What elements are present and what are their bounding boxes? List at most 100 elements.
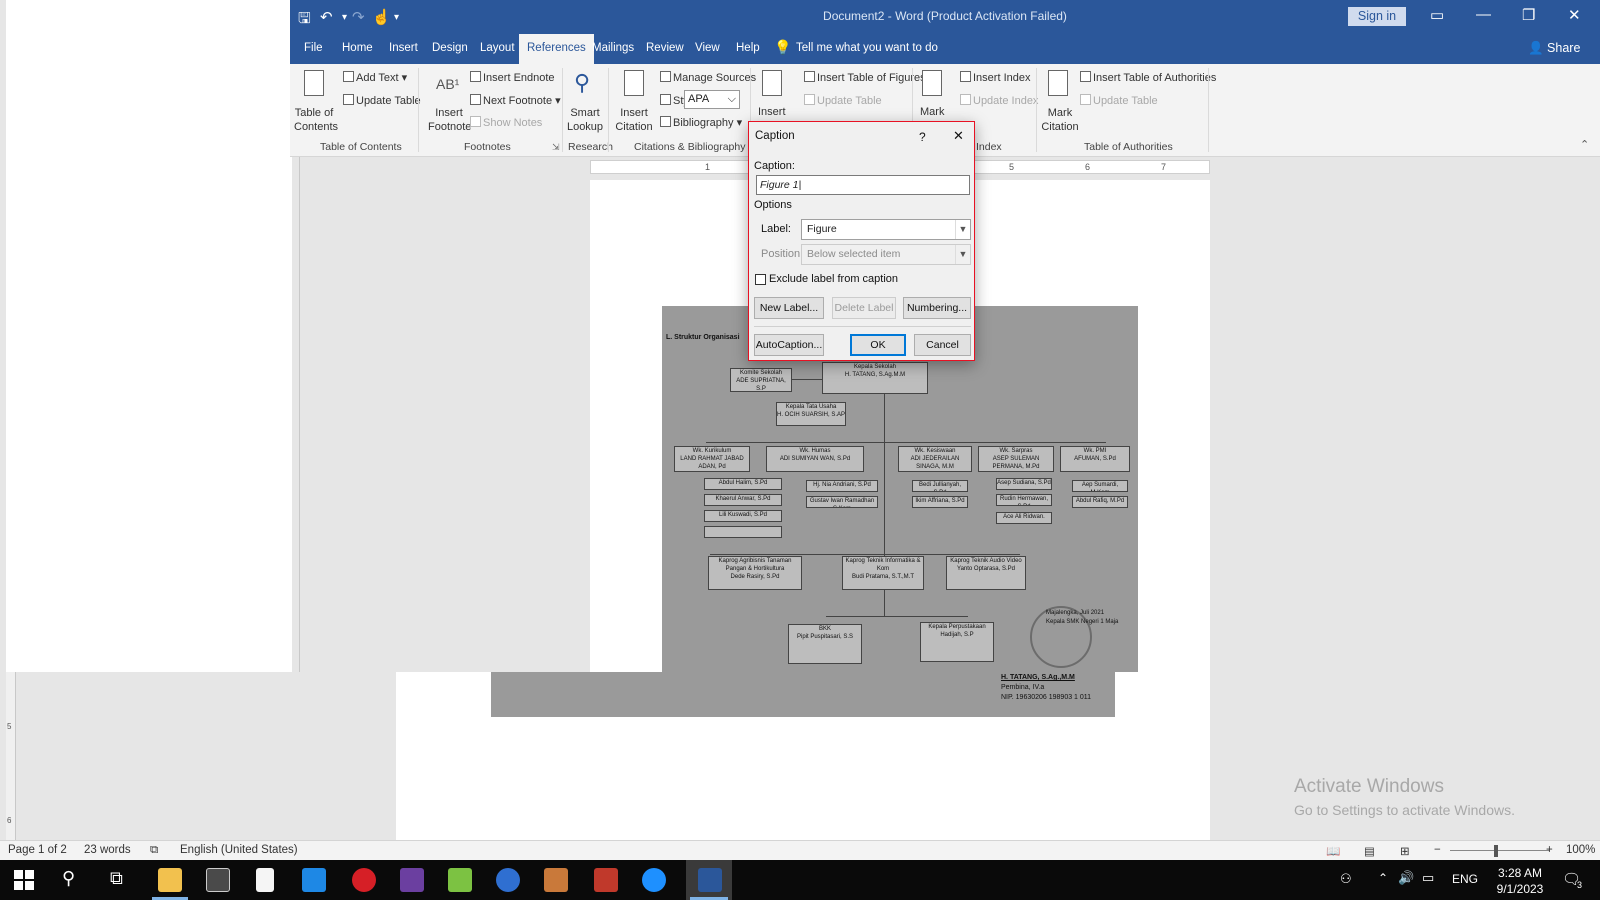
ribbon-display-options-icon[interactable]: ▭ [1430, 6, 1444, 24]
volume-icon[interactable]: 🔊 [1398, 870, 1414, 886]
edge-icon[interactable] [642, 868, 666, 892]
proofing-icon[interactable]: ⧉ [150, 844, 158, 857]
collapse-ribbon-icon[interactable]: ⌃ [1580, 138, 1589, 151]
exclude-label-checkbox[interactable] [755, 274, 766, 285]
connector-line [826, 616, 968, 617]
document-icon[interactable] [256, 868, 274, 892]
update-authorities-table-button: Update Table [1080, 94, 1158, 107]
insert-endnote-button[interactable]: Insert Endnote [470, 71, 555, 84]
share-label: Share [1547, 41, 1581, 55]
caption-input[interactable]: Figure 1| [756, 175, 970, 195]
zoom-out-icon[interactable]: − [1434, 844, 1441, 856]
org-chart-image-lower[interactable]: H. TATANG, S.Ag.,M.M Pembina, IV.a NIP. … [491, 672, 1115, 717]
clock-date: 9/1/2023 [1496, 882, 1544, 896]
language-status[interactable]: English (United States) [180, 844, 298, 856]
zoom-slider-thumb[interactable] [1494, 845, 1498, 857]
page-count[interactable]: Page 1 of 2 [8, 844, 67, 856]
people-icon[interactable]: ⚇ [1340, 871, 1352, 887]
bibliography-button[interactable]: Bibliography ▾ [660, 116, 742, 129]
label-select[interactable]: Figure ▼ [801, 219, 971, 240]
autocaption-button[interactable]: AutoCaption... [754, 334, 824, 356]
update-index-label: Update Index [973, 95, 1039, 107]
insert-caption-button[interactable]: Insert [758, 106, 786, 118]
org-box: Ace Ali Ridwan. [996, 512, 1052, 524]
web-layout-icon[interactable]: ⊞ [1400, 844, 1410, 858]
windows-start-icon[interactable] [14, 870, 34, 890]
app-stack-icon[interactable] [448, 868, 472, 892]
read-mode-icon[interactable]: 📖 [1326, 844, 1340, 858]
insert-footnote-button[interactable]: Insert Footnote [428, 106, 471, 134]
tab-review[interactable]: Review [646, 42, 684, 54]
opera-icon[interactable] [352, 868, 376, 892]
zoom-level[interactable]: 100% [1566, 844, 1595, 856]
tab-design[interactable]: Design [432, 42, 468, 54]
zoom-slider[interactable] [1450, 850, 1550, 851]
insert-index-button[interactable]: Insert Index [960, 71, 1030, 84]
tab-mailings[interactable]: Mailings [592, 42, 634, 54]
footnotes-dialog-launcher-icon[interactable]: ⇲ [552, 142, 560, 153]
close-icon[interactable]: ✕ [953, 128, 964, 144]
game-character-icon[interactable] [594, 868, 618, 892]
mark-entry-icon[interactable] [922, 70, 942, 96]
tab-help[interactable]: Help [736, 42, 760, 54]
new-label-button[interactable]: New Label... [754, 297, 824, 319]
zoom-in-icon[interactable]: + [1546, 844, 1553, 856]
clock[interactable]: 3:28 AM 9/1/2023 [1478, 865, 1562, 897]
manage-sources-button[interactable]: Manage Sources [660, 71, 756, 84]
insert-citation-button[interactable]: Insert Citation [612, 106, 656, 134]
insert-caption-icon[interactable] [762, 70, 782, 96]
table-of-contents-button[interactable]: Table of Contents [294, 106, 338, 134]
tab-layout[interactable]: Layout [480, 42, 515, 54]
mail-icon[interactable] [302, 868, 326, 892]
minimize-icon[interactable]: — [1476, 6, 1491, 23]
insert-table-of-authorities-button[interactable]: Insert Table of Authorities [1080, 71, 1216, 84]
tab-references[interactable]: References [519, 34, 594, 64]
table-of-contents-icon[interactable] [304, 70, 324, 96]
tab-home[interactable]: Home [342, 42, 373, 54]
signature-place: Majalengka, Juli 2021 [1046, 610, 1105, 616]
smart-lookup-button[interactable]: Smart Lookup [566, 106, 604, 134]
word-count[interactable]: 23 words [84, 844, 131, 856]
update-table-button[interactable]: Update Table [343, 94, 421, 107]
insert-footnote-icon[interactable]: AB¹ [436, 76, 459, 92]
mark-citation-button[interactable]: Mark Citation [1040, 106, 1080, 134]
close-window-icon[interactable]: ✕ [1568, 6, 1581, 24]
ok-button[interactable]: OK [850, 334, 906, 356]
tab-file[interactable]: File [304, 42, 323, 54]
org-box: Kaprog Agribisnis Tanaman Pangan & Horti… [708, 556, 802, 590]
show-hidden-icons-icon[interactable]: ⌃ [1378, 871, 1388, 885]
help-icon[interactable]: ? [919, 130, 926, 144]
connector-line [792, 379, 822, 380]
tab-insert[interactable]: Insert [389, 42, 418, 54]
mark-citation-icon[interactable] [1048, 70, 1068, 96]
game-icon[interactable] [544, 868, 568, 892]
task-view-icon[interactable]: ⧉ [110, 868, 123, 889]
battery-icon[interactable]: ▭ [1422, 870, 1434, 886]
print-layout-icon[interactable]: ▤ [1364, 844, 1375, 858]
store-icon[interactable] [206, 868, 230, 892]
share-button[interactable]: 👤 Share [1528, 41, 1580, 56]
smart-lookup-icon[interactable]: ⚲ [574, 70, 590, 96]
next-footnote-label: Next Footnote [483, 95, 553, 107]
add-text-button[interactable]: Add Text ▾ [343, 71, 407, 84]
citation-style-select[interactable]: APA ⌵ [684, 90, 740, 109]
restore-icon[interactable]: ❐ [1522, 6, 1535, 24]
word-icon[interactable] [698, 868, 722, 892]
show-notes-icon [470, 116, 481, 127]
app-moon-icon[interactable] [496, 868, 520, 892]
tell-me-search[interactable]: Tell me what you want to do [796, 42, 938, 54]
notification-count: 3 [1577, 880, 1583, 890]
app-flag-icon[interactable] [400, 868, 424, 892]
sign-in-button[interactable]: Sign in [1348, 7, 1406, 26]
tab-view[interactable]: View [695, 42, 720, 54]
file-explorer-icon[interactable] [158, 868, 182, 892]
next-footnote-button[interactable]: Next Footnote ▾ [470, 94, 561, 107]
mark-entry-button[interactable]: Mark [920, 106, 944, 118]
search-icon[interactable]: ⚲ [62, 868, 75, 889]
cancel-button[interactable]: Cancel [914, 334, 971, 356]
input-language[interactable]: ENG [1452, 872, 1478, 886]
insert-table-of-figures-button[interactable]: Insert Table of Figures [804, 71, 926, 84]
caption-dialog: Caption ? ✕ Caption: Figure 1| Options L… [748, 121, 975, 361]
numbering-button[interactable]: Numbering... [903, 297, 971, 319]
insert-citation-icon[interactable] [624, 70, 644, 96]
